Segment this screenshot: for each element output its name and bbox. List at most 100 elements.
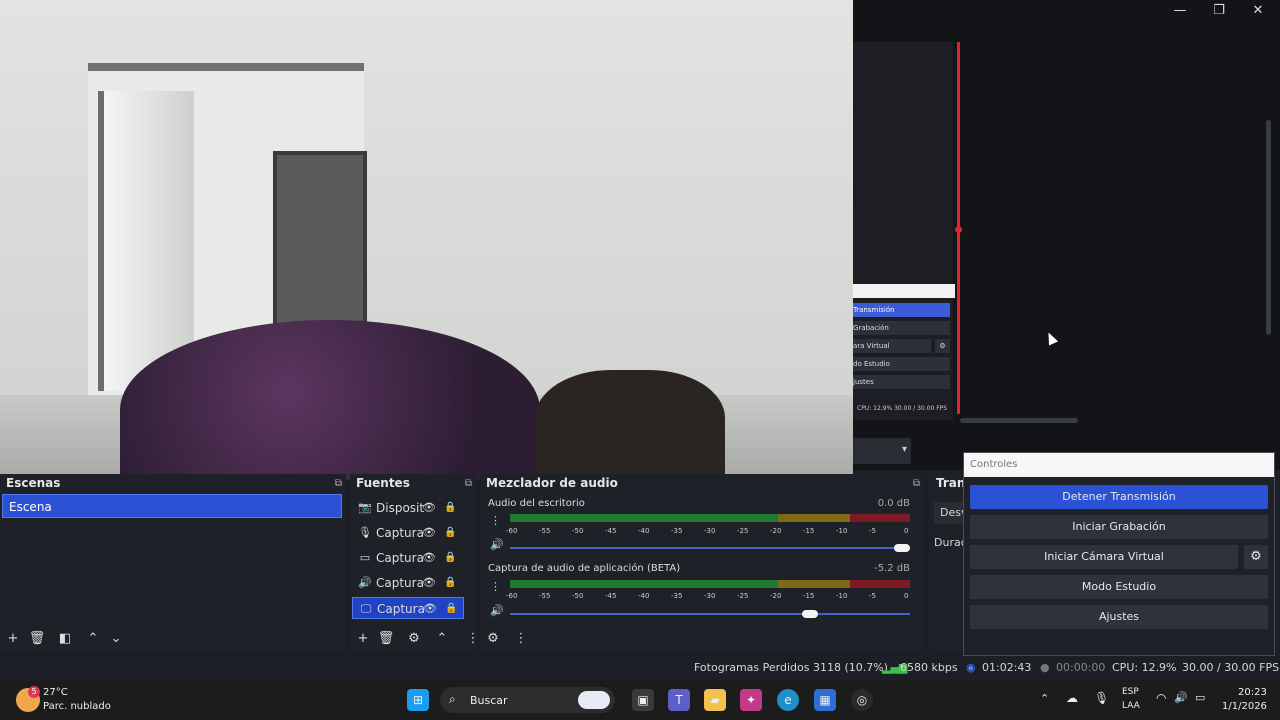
remove-scene-button[interactable]: 🗑 [28, 630, 46, 648]
volume-meter [510, 580, 910, 588]
weather-icon[interactable]: 5 [16, 686, 40, 712]
stream-status-icon: ◉ [966, 661, 976, 674]
visibility-icon[interactable]: 👁 [422, 522, 436, 544]
lock-icon[interactable]: 🔒 [445, 598, 457, 620]
scenes-title: Escenas [6, 476, 61, 490]
sources-title: Fuentes [356, 476, 410, 490]
move-up-button[interactable]: ⌃ [84, 630, 102, 648]
volume-slider-knob[interactable] [802, 610, 818, 618]
stop-streaming-button[interactable]: Detener Transmisión [970, 485, 1268, 509]
mixer-more-button[interactable]: ⋮ [512, 630, 530, 648]
microphone-icon: 🎙 [358, 526, 372, 539]
wifi-icon[interactable]: ◠ [1156, 691, 1166, 705]
visibility-icon[interactable]: 👁 [422, 497, 436, 519]
source-properties-button[interactable]: ⚙ [405, 630, 423, 648]
restore-button[interactable]: ❐ [1209, 2, 1229, 20]
channel-menu-icon[interactable]: ⋮ [490, 580, 501, 593]
channel-db: 0.0 dB [877, 498, 910, 509]
virtual-camera-settings-icon[interactable]: ⚙ [1244, 545, 1268, 569]
minimize-button[interactable]: — [1170, 2, 1190, 20]
lock-icon[interactable]: 🔒 [444, 572, 456, 594]
start-recording-button[interactable]: Iniciar Grabación [970, 515, 1268, 539]
horizontal-scrollbar[interactable] [960, 418, 1078, 423]
channel-menu-icon[interactable]: ⋮ [490, 514, 501, 527]
window-icon: ▭ [359, 551, 371, 564]
speaker-icon[interactable]: 🔊 [490, 538, 504, 551]
task-view-icon[interactable]: ▣ [632, 689, 654, 711]
undock-icon[interactable]: ⧉ [913, 478, 920, 489]
move-down-button[interactable]: ⌄ [107, 630, 125, 648]
source-item-selected[interactable]: 🖵 Captura 👁 🔒 [352, 597, 464, 619]
nested-obs-capture: Transmisión Grabación ara Virtual ⚙ do E… [853, 42, 955, 420]
channel-db: -5.2 dB [874, 563, 910, 574]
scene-filters-button[interactable]: ◧ [56, 630, 74, 648]
lock-icon[interactable]: 🔒 [444, 522, 456, 544]
taskbar: 5 27°C Parc. nublado ⊞ ⌕ Buscar ▣ T ▰ ✦ … [0, 680, 1280, 720]
store-icon[interactable]: ▦ [814, 689, 836, 711]
search-icon: ⌕ [449, 692, 456, 706]
show-hidden-icons-icon[interactable]: ⌃ [1040, 692, 1049, 705]
speaker-icon[interactable]: 🔊 [490, 604, 504, 617]
edge-icon[interactable]: e [777, 689, 799, 711]
sources-dock: Fuentes ⧉ 📷 Disposit 👁 🔒 🎙 Captura 👁 🔒 ▭… [350, 474, 480, 652]
settings-button[interactable]: Ajustes [970, 605, 1268, 629]
status-bar: Fotogramas Perdidos 3118 (10.7%) ▂▄▆ 658… [0, 656, 1280, 680]
channel-name: Audio del escritorio [488, 498, 585, 509]
clock-time[interactable]: 20:23 [1238, 687, 1267, 698]
vertical-scrollbar[interactable] [1266, 120, 1271, 335]
undock-icon[interactable]: ⧉ [335, 478, 342, 489]
program-preview [0, 0, 853, 480]
scene-item[interactable]: Escena [2, 494, 342, 518]
volume-slider[interactable] [510, 547, 910, 549]
nested-dropdown[interactable]: ▾ [853, 438, 911, 464]
language-bottom[interactable]: LAA [1122, 701, 1140, 711]
teams-icon[interactable]: T [668, 689, 690, 711]
transitions-dock: Trans Desv Durac [930, 474, 973, 652]
file-explorer-icon[interactable]: ▰ [704, 689, 726, 711]
source-item[interactable]: 📷 Disposit 👁 🔒 [352, 497, 464, 519]
taskbar-search[interactable]: ⌕ Buscar [440, 687, 615, 713]
add-scene-button[interactable]: + [4, 630, 22, 648]
visibility-icon[interactable]: 👁 [422, 547, 436, 569]
volume-slider-knob[interactable] [894, 544, 910, 552]
visibility-icon[interactable]: 👁 [422, 572, 436, 594]
visibility-icon[interactable]: 👁 [423, 598, 437, 620]
copilot-icon[interactable]: ✦ [740, 689, 762, 711]
remove-source-button[interactable]: 🗑 [377, 630, 395, 648]
clock-date[interactable]: 1/1/2026 [1222, 701, 1267, 712]
stream-time: 01:02:43 [982, 661, 1032, 674]
studio-mode-button[interactable]: Modo Estudio [970, 575, 1268, 599]
mixer-advanced-settings-button[interactable]: ⚙ [484, 630, 502, 648]
search-placeholder: Buscar [470, 694, 508, 707]
source-item[interactable]: ▭ Captura 👁 🔒 [352, 547, 464, 569]
battery-icon[interactable]: ▭ [1195, 691, 1205, 704]
volume-meter [510, 514, 910, 522]
start-virtual-camera-button[interactable]: Iniciar Cámara Virtual [970, 545, 1238, 569]
live-indicator-dot [955, 226, 962, 233]
microphone-icon[interactable]: 🎙 [1094, 691, 1109, 705]
nested-button: do Estudio [853, 357, 950, 371]
dropped-frames: Fotogramas Perdidos 3118 (10.7%) [694, 661, 888, 674]
windows-start-icon[interactable]: ⊞ [407, 689, 429, 711]
weather-badge: 5 [28, 686, 40, 698]
volume-icon[interactable]: 🔊 [1174, 691, 1188, 704]
source-item[interactable]: 🎙 Captura 👁 🔒 [352, 522, 464, 544]
lock-icon[interactable]: 🔒 [444, 497, 456, 519]
onedrive-icon[interactable]: ☁ [1066, 691, 1078, 705]
move-source-up-button[interactable]: ⌃ [433, 630, 451, 648]
meter-ticks: -60 -55 -50 -45 -40 -35 -30 -25 -20 -15 -10 -5 0 [506, 592, 909, 600]
add-source-button[interactable]: + [354, 630, 372, 648]
nested-button: justes [853, 375, 950, 389]
source-item[interactable]: 🔊 Captura 👁 🔒 [352, 572, 464, 594]
weather-description: Parc. nublado [43, 701, 111, 712]
language-top[interactable]: ESP [1122, 687, 1139, 697]
lock-icon[interactable]: 🔒 [444, 547, 456, 569]
obs-icon[interactable]: ◎ [851, 689, 873, 711]
fps: 30.00 / 30.00 FPS [1182, 661, 1280, 674]
undock-icon[interactable]: ⧉ [465, 478, 472, 489]
transition-select[interactable]: Desv [934, 502, 964, 524]
record-status-icon: ● [1040, 661, 1050, 674]
close-button[interactable]: ✕ [1248, 2, 1268, 20]
volume-slider[interactable] [510, 613, 910, 615]
speaker-capture-icon: 🔊 [358, 576, 372, 589]
